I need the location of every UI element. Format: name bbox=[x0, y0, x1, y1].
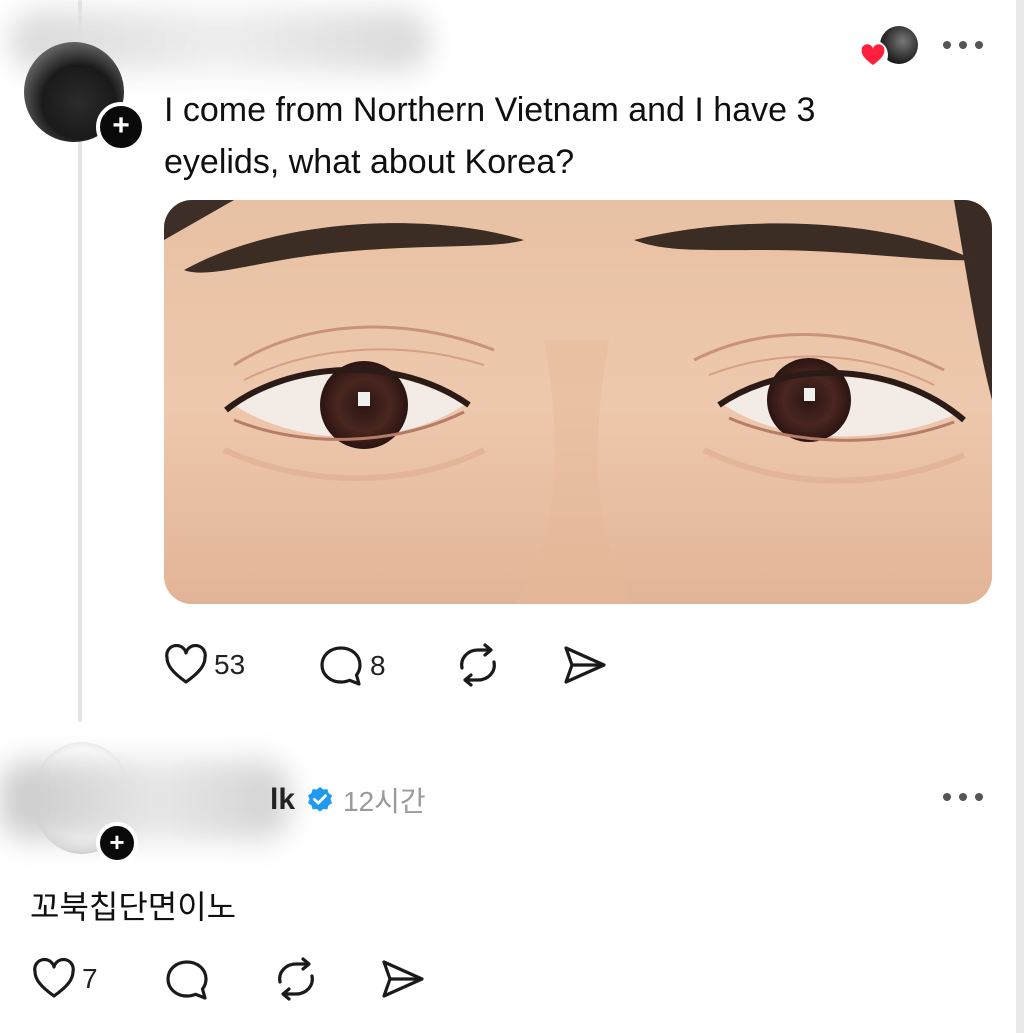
speech-bubble-icon bbox=[166, 960, 208, 1000]
reply-like-button[interactable]: 7 bbox=[32, 958, 98, 1000]
reply-repost-button[interactable] bbox=[272, 956, 320, 1002]
comment-button[interactable]: 8 bbox=[318, 644, 386, 688]
reply-like-count: 7 bbox=[82, 963, 98, 994]
repost-arrows-icon bbox=[460, 643, 496, 687]
reply-share-button[interactable] bbox=[380, 958, 426, 1000]
comment-count: 8 bbox=[370, 650, 386, 681]
reply-timestamp: 12시간 bbox=[343, 786, 426, 817]
heart-outline-icon bbox=[33, 958, 75, 998]
reply-text: 꼬북칩단면이노 bbox=[30, 889, 237, 925]
paper-plane-icon bbox=[382, 960, 424, 998]
verified-badge-icon bbox=[308, 786, 333, 812]
scroll-edge bbox=[1016, 0, 1024, 1033]
blurred-username-2 bbox=[0, 760, 290, 840]
liked-heart-icon bbox=[858, 40, 888, 70]
follow-plus-icon[interactable]: + bbox=[96, 822, 138, 864]
reply-comment-button[interactable] bbox=[164, 958, 210, 1002]
like-button[interactable]: 53 bbox=[164, 644, 245, 686]
post-image[interactable] bbox=[164, 200, 992, 604]
reply-username[interactable]: lk bbox=[270, 783, 295, 817]
repost-arrows-icon bbox=[278, 957, 314, 1001]
speech-bubble-icon bbox=[320, 646, 362, 686]
repost-button[interactable] bbox=[454, 642, 502, 688]
heart-outline-icon bbox=[165, 644, 207, 684]
paper-plane-icon bbox=[564, 646, 606, 684]
follow-plus-icon[interactable]: + bbox=[96, 102, 146, 152]
more-options-icon[interactable] bbox=[942, 792, 984, 802]
reply-name-row: lk 12시간 bbox=[270, 780, 426, 820]
more-options-icon[interactable] bbox=[942, 40, 984, 50]
share-button[interactable] bbox=[562, 644, 608, 686]
post-text: I come from Northern Vietnam and I have … bbox=[164, 91, 816, 181]
like-count: 53 bbox=[214, 649, 246, 680]
